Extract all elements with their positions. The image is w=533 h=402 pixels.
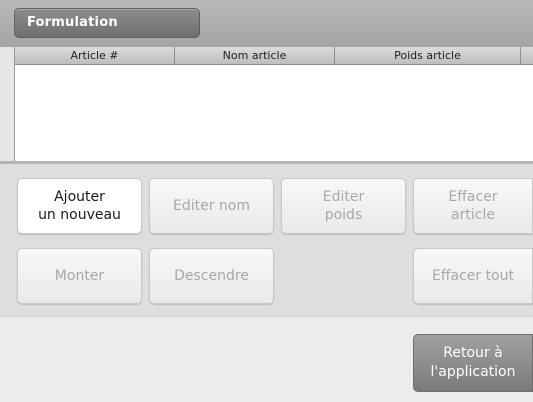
delete-all-button[interactable]: Effacer tout [413, 248, 533, 304]
column-header-item-name: Nom article [175, 47, 335, 64]
item-table[interactable]: Article # Nom article Poids article [14, 47, 533, 163]
return-to-application-label: Retour à l'application [430, 345, 516, 380]
delete-all-label: Effacer tout [431, 268, 514, 284]
delete-item-button[interactable]: Effacer article [413, 178, 533, 234]
move-down-label: Descendre [174, 268, 249, 284]
table-header: Article # Nom article Poids article [15, 47, 533, 65]
move-up-button[interactable]: Monter [17, 248, 142, 304]
move-up-label: Monter [54, 268, 105, 284]
edit-name-button[interactable]: Editer nom [149, 178, 274, 234]
add-new-label: Ajouter un nouveau [38, 189, 121, 223]
add-new-button[interactable]: Ajouter un nouveau [17, 178, 142, 234]
formulation-tab[interactable]: Formulation [14, 8, 200, 38]
edit-name-label: Editer nom [172, 198, 250, 214]
page-title: Formulation [27, 15, 118, 30]
button-panel: Ajouter un nouveau Editer nom Editer poi… [0, 164, 533, 316]
column-header-article-number: Article # [15, 47, 175, 64]
delete-item-label: Effacer article [448, 189, 498, 223]
return-to-application-button[interactable]: Retour à l'application [413, 334, 533, 392]
move-down-button[interactable]: Descendre [149, 248, 274, 304]
edit-weight-label: Editer poids [322, 189, 365, 223]
column-header-item-weight: Poids article [335, 47, 521, 64]
header-bar: Formulation [0, 0, 533, 47]
edit-weight-button[interactable]: Editer poids [281, 178, 406, 234]
